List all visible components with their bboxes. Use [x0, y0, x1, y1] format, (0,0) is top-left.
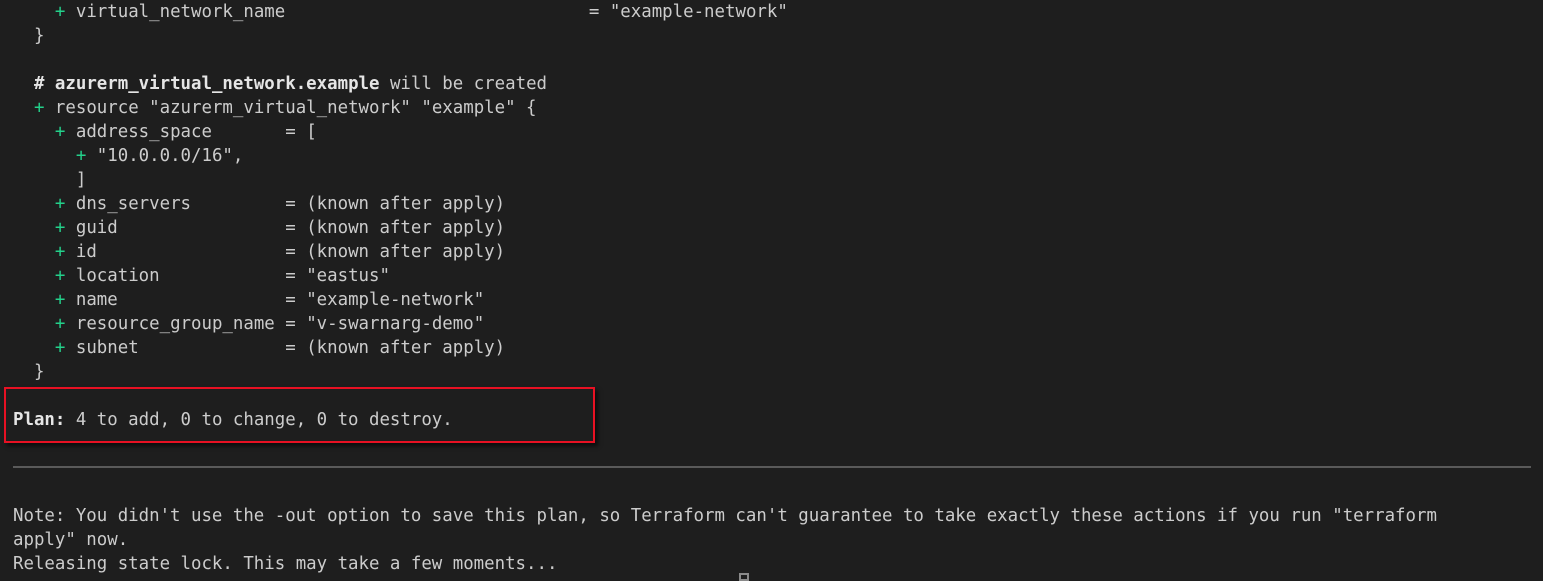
closing-bracket: ]: [54, 170, 87, 190]
plus-icon: +: [54, 2, 76, 22]
attr-line-resource-group-name: + resource_group_name = "v-swarnarg-demo…: [13, 312, 484, 336]
attr-line-dns-servers: + dns_servers = (known after apply): [13, 192, 505, 216]
attr-value: = "example-network": [285, 290, 485, 310]
terminal-cursor: [739, 573, 749, 581]
releasing-lock-message: Releasing state lock. This may take a fe…: [13, 554, 558, 574]
plus-icon: +: [75, 146, 97, 166]
attr-key: virtual_network_name: [75, 2, 589, 22]
closing-brace: }: [33, 362, 45, 382]
note-line-continued: apply" now.: [13, 530, 129, 550]
attr-key: guid: [75, 218, 286, 238]
attr-value: = (known after apply): [285, 194, 506, 214]
attr-key: id: [75, 242, 286, 262]
resource-comment: # azurerm_virtual_network.example will b…: [33, 74, 548, 94]
resource-address: azurerm_virtual_network.example: [54, 74, 380, 94]
attr-value: = [: [285, 122, 317, 142]
attr-value: = "example-network": [588, 2, 788, 22]
attr-value: = "eastus": [285, 266, 390, 286]
note-line: Note: You didn't use the -out option to …: [13, 506, 1437, 526]
attr-key: resource_group_name: [75, 314, 286, 334]
attr-key: location: [75, 266, 286, 286]
plus-icon: +: [54, 194, 76, 214]
attr-key: subnet: [75, 338, 286, 358]
attr-value: = (known after apply): [285, 242, 506, 262]
plan-counts: 4 to add, 0 to change, 0 to destroy.: [65, 410, 453, 430]
address-space-item: + "10.0.0.0/16",: [75, 146, 244, 166]
attr-line-address-space: + address_space = [: [13, 120, 317, 144]
plus-icon: +: [54, 338, 76, 358]
plus-icon: +: [54, 314, 76, 334]
attr-line-name: + name = "example-network": [13, 288, 484, 312]
resource-declaration: + resource "azurerm_virtual_network" "ex…: [33, 98, 537, 118]
attr-line-subnet: + subnet = (known after apply): [13, 336, 505, 360]
plus-icon: +: [54, 122, 76, 142]
closing-brace: }: [33, 26, 45, 46]
attr-line-virtual-network-name: + virtual_network_name = "example-networ…: [13, 0, 788, 24]
attr-line-location: + location = "eastus": [13, 264, 390, 288]
attr-value: = (known after apply): [285, 338, 506, 358]
attr-key: address_space: [75, 122, 286, 142]
attr-key: dns_servers: [75, 194, 286, 214]
plus-icon: +: [54, 266, 76, 286]
attr-value: = (known after apply): [285, 218, 506, 238]
plus-icon: +: [33, 98, 55, 118]
plus-icon: +: [54, 218, 76, 238]
plus-icon: +: [54, 290, 76, 310]
plan-label: Plan:: [13, 410, 66, 430]
attr-line-guid: + guid = (known after apply): [13, 216, 505, 240]
plus-icon: +: [54, 242, 76, 262]
attr-line-id: + id = (known after apply): [13, 240, 505, 264]
attr-value: = "v-swarnarg-demo": [285, 314, 485, 334]
plan-summary: Plan: 4 to add, 0 to change, 0 to destro…: [13, 408, 453, 432]
separator-line: [13, 466, 1531, 468]
attr-key: name: [75, 290, 286, 310]
